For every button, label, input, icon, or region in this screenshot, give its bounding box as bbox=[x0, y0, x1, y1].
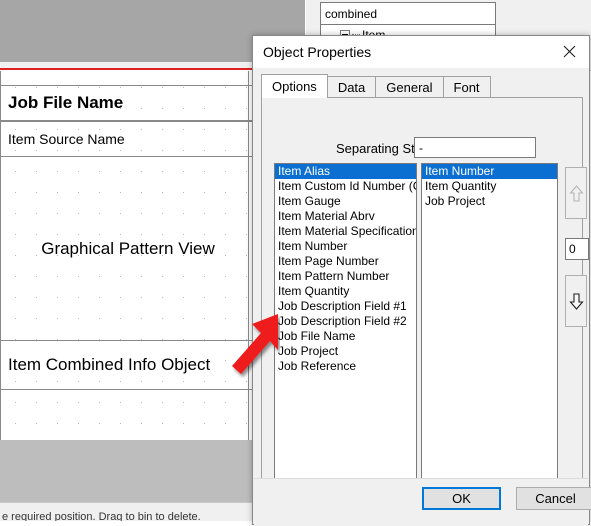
available-field-item[interactable]: Job Description Field #1 bbox=[275, 299, 416, 314]
dialog-title: Object Properties bbox=[263, 44, 372, 60]
canvas-row-label: Item Source Name bbox=[8, 131, 125, 147]
active-tab-seam bbox=[262, 96, 311, 98]
available-field-item[interactable]: Item Alias bbox=[275, 164, 416, 179]
order-index-value: 0 bbox=[569, 242, 576, 256]
tab-options[interactable]: Options bbox=[261, 74, 328, 98]
canvas-row-label: Item Combined Info Object bbox=[8, 355, 211, 374]
canvas-row-item-source-name[interactable]: Item Source Name bbox=[0, 121, 256, 157]
canvas-row-item-combined-info-object[interactable]: Item Combined Info Object bbox=[0, 340, 256, 390]
object-properties-dialog: Object Properties Options Data General F… bbox=[252, 35, 591, 526]
canvas-right-edge bbox=[248, 71, 249, 490]
options-tab-panel: Separating String - Item Alias Item Custo… bbox=[261, 97, 589, 503]
dialog-footer: OK Cancel bbox=[254, 478, 591, 526]
available-field-item[interactable]: Item Gauge bbox=[275, 194, 416, 209]
separating-string-input[interactable]: - bbox=[414, 137, 536, 158]
available-field-item[interactable]: Item Material Specification bbox=[275, 224, 416, 239]
object-name-field[interactable]: combined bbox=[320, 2, 496, 25]
separating-string-value: - bbox=[419, 141, 423, 155]
close-icon[interactable] bbox=[549, 36, 589, 67]
move-up-button[interactable] bbox=[565, 167, 587, 219]
available-field-item[interactable]: Item Custom Id Number (CID bbox=[275, 179, 416, 194]
canvas-bottom-band bbox=[0, 440, 256, 502]
layout-design-canvas[interactable]: Job File Name Item Source Name Graphical… bbox=[0, 71, 257, 490]
ok-button[interactable]: OK bbox=[422, 487, 501, 510]
available-field-item[interactable]: Job Project bbox=[275, 344, 416, 359]
tab-data[interactable]: Data bbox=[326, 76, 377, 98]
order-index-field[interactable]: 0 bbox=[565, 238, 589, 260]
available-field-item[interactable]: Item Number bbox=[275, 239, 416, 254]
available-field-item[interactable]: Item Pattern Number bbox=[275, 269, 416, 284]
status-bar: e required position. Drag to bin to dele… bbox=[0, 502, 256, 521]
available-field-item[interactable]: Job Reference bbox=[275, 359, 416, 374]
available-field-item[interactable]: Item Quantity bbox=[275, 284, 416, 299]
canvas-row-graphical-pattern-view[interactable]: Graphical Pattern View bbox=[0, 157, 256, 340]
selected-field-item[interactable]: Item Quantity bbox=[422, 179, 557, 194]
tab-general[interactable]: General bbox=[375, 76, 444, 98]
object-name-value: combined bbox=[325, 7, 378, 21]
selected-fields-listbox[interactable]: Item Number Item Quantity Job Project bbox=[421, 163, 558, 480]
canvas-row-label: Job File Name bbox=[8, 93, 124, 112]
available-field-item[interactable]: Job File Name bbox=[275, 329, 416, 344]
canvas-row-label: Graphical Pattern View bbox=[41, 238, 215, 258]
available-fields-listbox[interactable]: Item AliasItem Custom Id Number (CIDItem… bbox=[274, 163, 417, 480]
selected-field-item[interactable]: Job Project bbox=[422, 194, 557, 209]
move-down-button[interactable] bbox=[565, 275, 587, 327]
canvas-left-edge bbox=[0, 71, 1, 490]
cancel-button[interactable]: Cancel bbox=[516, 487, 591, 510]
available-field-item[interactable]: Item Material Abrv bbox=[275, 209, 416, 224]
canvas-row-job-file-name[interactable]: Job File Name bbox=[0, 85, 256, 121]
available-field-item[interactable]: Job Description Field #2 bbox=[275, 314, 416, 329]
selected-field-item[interactable]: Item Number bbox=[422, 164, 557, 179]
available-field-item[interactable]: Item Page Number bbox=[275, 254, 416, 269]
dialog-tab-strip: Options Data General Font bbox=[261, 74, 583, 98]
dialog-title-bar: Object Properties bbox=[253, 36, 589, 68]
tab-font[interactable]: Font bbox=[442, 76, 491, 98]
